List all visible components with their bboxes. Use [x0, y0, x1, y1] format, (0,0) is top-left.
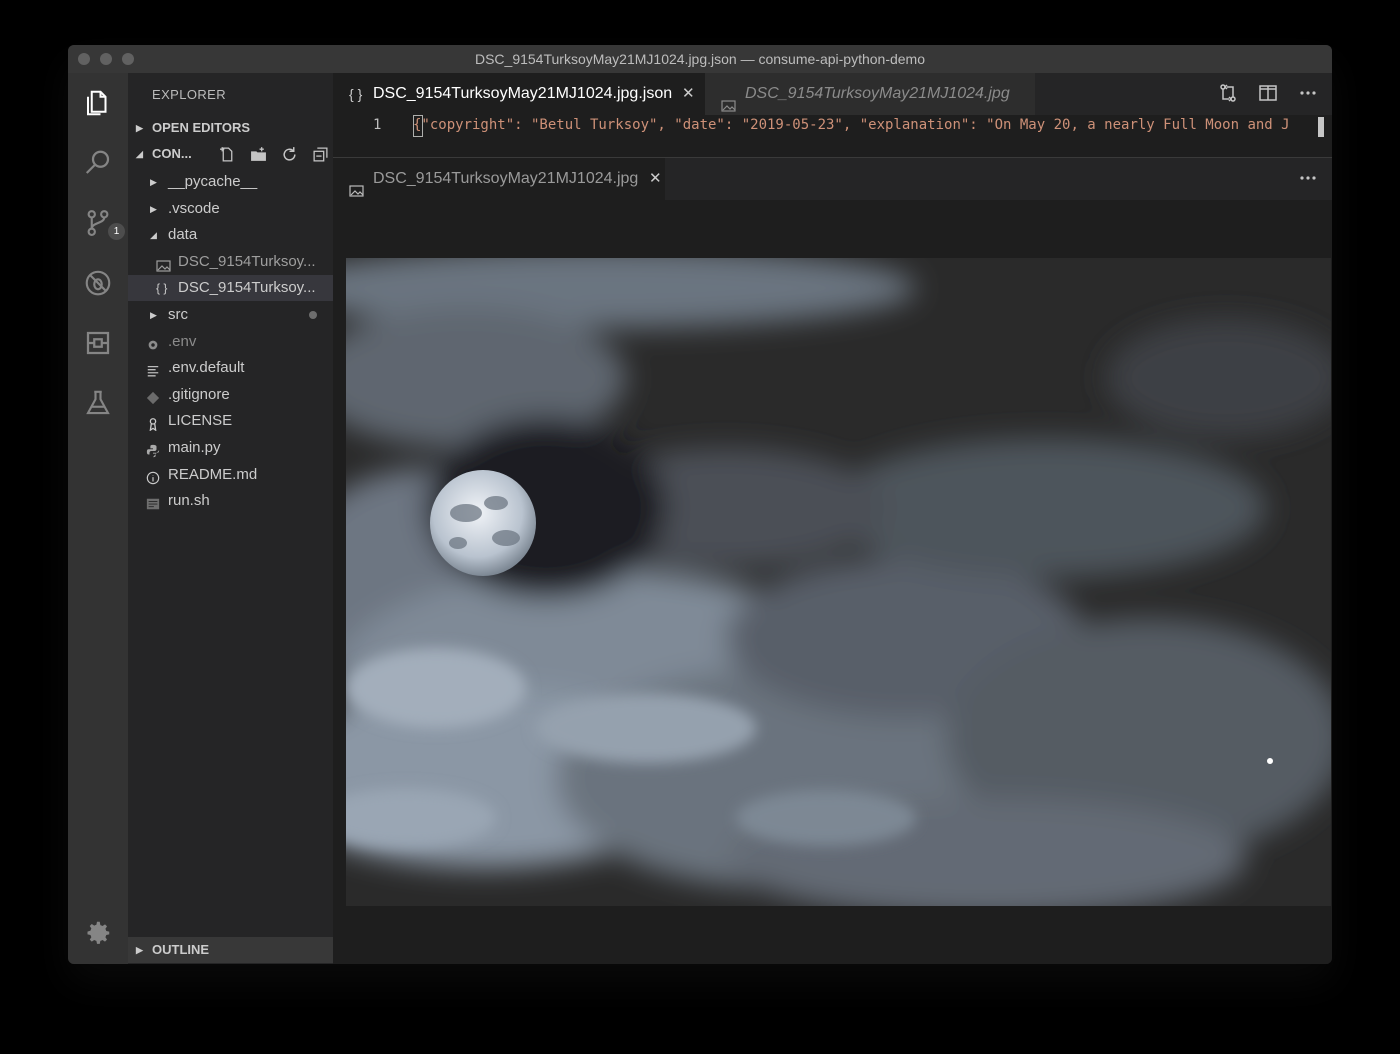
- image-file-icon: [156, 255, 171, 272]
- search-icon[interactable]: [78, 143, 118, 183]
- minimize-window-button[interactable]: [100, 53, 112, 65]
- tab-json-file[interactable]: { } DSC_9154TurksoyMay21MJ1024.jpg.json …: [333, 73, 705, 115]
- file-item[interactable]: { } DSC_9154Turksoy...: [128, 275, 333, 302]
- shell-file-icon: [146, 494, 160, 510]
- close-window-button[interactable]: [78, 53, 90, 65]
- source-control-icon[interactable]: 1: [78, 203, 125, 243]
- image-editor-actions: [1298, 168, 1318, 188]
- file-item[interactable]: .env.default: [128, 355, 333, 381]
- file-item[interactable]: main.py: [128, 435, 333, 461]
- close-tab-icon[interactable]: ✕: [682, 73, 695, 115]
- extensions-icon[interactable]: [78, 323, 118, 363]
- testing-flask-icon[interactable]: [78, 383, 118, 423]
- file-item[interactable]: README.md: [128, 462, 333, 488]
- chevron-right-icon: ▶: [136, 123, 143, 133]
- folder-item[interactable]: ▶ __pycache__: [128, 169, 333, 195]
- jupiter-dot: [1267, 758, 1273, 764]
- file-item[interactable]: .gitignore: [128, 382, 333, 408]
- chevron-right-icon: ▶: [136, 945, 143, 955]
- file-item[interactable]: DSC_9154Turksoy...: [128, 249, 333, 275]
- editor-actions: [1218, 83, 1318, 103]
- close-tab-icon[interactable]: ✕: [649, 158, 662, 200]
- new-folder-icon[interactable]: [250, 146, 267, 163]
- editor-tab-bar: { } DSC_9154TurksoyMay21MJ1024.jpg.json …: [333, 73, 1332, 115]
- folder-item[interactable]: ◢ data: [128, 222, 333, 248]
- tree-item-label: .vscode: [168, 199, 220, 217]
- chevron-right-icon: ▶: [150, 203, 157, 214]
- tree-item-label: .env: [168, 332, 197, 350]
- text-file-icon: [146, 361, 160, 377]
- modified-dot: [309, 311, 317, 319]
- tree-item-label: .gitignore: [168, 385, 230, 403]
- chevron-right-icon: ▶: [150, 310, 157, 320]
- json-braces-icon: { }: [349, 86, 363, 102]
- image-editor-tab-bar: DSC_9154TurksoyMay21MJ1024.jpg ✕: [333, 158, 1332, 200]
- more-actions-icon[interactable]: [1298, 83, 1318, 103]
- title-bar: DSC_9154TurksoyMay21MJ1024.jpg.json — co…: [68, 45, 1332, 73]
- open-editors-section[interactable]: ▶ OPEN EDITORS: [128, 115, 333, 141]
- tree-item-label: LICENSE: [168, 412, 233, 430]
- chevron-right-icon: ▶: [150, 177, 157, 187]
- image-file-icon: [349, 172, 364, 197]
- debug-icon[interactable]: [78, 263, 118, 303]
- compare-changes-icon[interactable]: [1218, 83, 1238, 103]
- tab-image-file[interactable]: DSC_9154TurksoyMay21MJ1024.jpg: [705, 73, 1035, 115]
- tree-item-label: run.sh: [168, 492, 210, 510]
- json-braces-icon: { }: [156, 281, 168, 296]
- project-section[interactable]: ◢ CON...: [128, 141, 333, 167]
- image-preview-pane: [333, 200, 1332, 964]
- file-item[interactable]: run.sh: [128, 488, 333, 514]
- chevron-down-icon: ◢: [136, 149, 143, 159]
- folder-item[interactable]: ▶ src: [128, 302, 333, 328]
- tab-image-preview[interactable]: DSC_9154TurksoyMay21MJ1024.jpg ✕: [333, 158, 665, 200]
- moon: [430, 470, 536, 576]
- more-actions-icon[interactable]: [1298, 168, 1318, 188]
- git-file-icon: [146, 388, 160, 404]
- code-editor[interactable]: 1 {"copyright": "Betul Turksoy", "date":…: [333, 115, 1332, 158]
- tree-item-label: __pycache__: [168, 173, 258, 190]
- chevron-down-icon: ◢: [150, 230, 157, 241]
- file-item[interactable]: LICENSE: [128, 408, 333, 434]
- source-control-badge: 1: [108, 223, 125, 240]
- code-line: {"copyright": "Betul Turksoy", "date": "…: [413, 117, 1290, 133]
- split-editor-icon[interactable]: [1258, 83, 1278, 103]
- line-number: 1: [373, 117, 382, 133]
- explorer-header: EXPLORER: [152, 87, 227, 102]
- new-file-icon[interactable]: [219, 146, 236, 163]
- python-file-icon: [146, 441, 160, 458]
- tree-item-label: DSC_9154Turksoy...: [178, 279, 316, 297]
- gear-icon[interactable]: [78, 913, 118, 953]
- tree-item-label: README.md: [168, 465, 258, 483]
- settings-file-icon: [146, 335, 160, 349]
- info-icon: [146, 468, 160, 484]
- window-title: DSC_9154TurksoyMay21MJ1024.jpg.json — co…: [474, 51, 926, 67]
- tree-item-label: DSC_9154Turksoy...: [178, 252, 316, 270]
- activity-bar: 1: [68, 73, 128, 964]
- refresh-icon[interactable]: [281, 146, 298, 163]
- vscode-window: DSC_9154TurksoyMay21MJ1024.jpg.json — co…: [68, 45, 1332, 964]
- folder-item[interactable]: ▶ .vscode: [128, 196, 333, 222]
- collapse-all-icon[interactable]: [312, 146, 329, 163]
- explorer-icon[interactable]: [78, 83, 118, 123]
- scrollbar-thumb[interactable]: [1318, 117, 1324, 137]
- tree-item-label: .env.default: [168, 359, 245, 377]
- file-item[interactable]: .env: [128, 329, 333, 355]
- moon-photo: [346, 258, 1331, 906]
- tree-item-label: data: [168, 226, 198, 244]
- tree-item-label: src: [168, 306, 188, 323]
- zoom-window-button[interactable]: [122, 53, 134, 65]
- tree-item-label: main.py: [168, 439, 221, 456]
- license-icon: [146, 414, 160, 432]
- project-toolbar: [219, 141, 329, 167]
- image-file-icon: [721, 87, 736, 112]
- explorer-sidebar: EXPLORER ▶ OPEN EDITORS ◢ CON... ▶ __pyc…: [128, 73, 333, 964]
- outline-section[interactable]: ▶ OUTLINE: [128, 937, 333, 963]
